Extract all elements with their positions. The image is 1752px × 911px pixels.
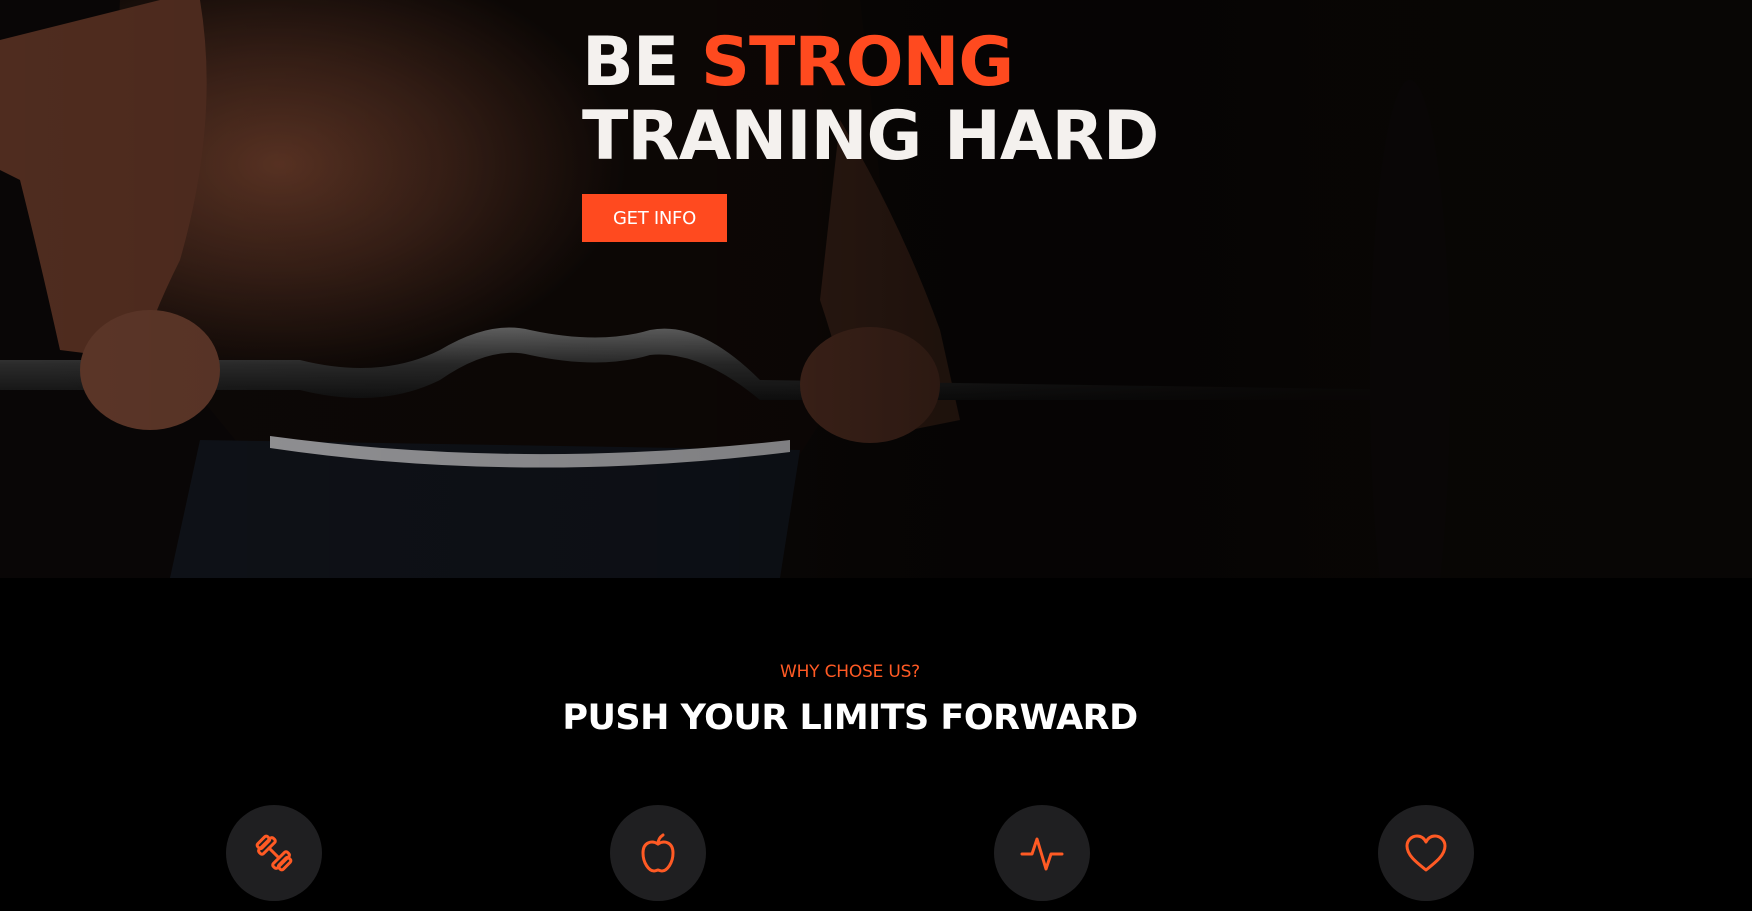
- page: BE STRONG TRANING HARD GET INFO WHY CHOS…: [0, 0, 1752, 911]
- feature-icon-circle-strength: [226, 805, 322, 901]
- heart-icon: [1405, 834, 1447, 872]
- hero-headline-word-be: BE: [582, 23, 679, 102]
- dumbbell-icon: [255, 834, 293, 872]
- feature-icon-circle-nutrition: [610, 805, 706, 901]
- apple-icon: [641, 833, 675, 873]
- get-info-button[interactable]: GET INFO: [582, 194, 727, 242]
- hero-headline-line-2: TRANING HARD: [582, 97, 1159, 176]
- hero-headline-word-strong: STRONG: [700, 23, 1014, 102]
- why-choose-us-section: WHY CHOSE US? PUSH YOUR LIMITS FORWARD: [0, 578, 1752, 911]
- hero-section: BE STRONG TRANING HARD GET INFO: [0, 0, 1752, 578]
- pulse-icon: [1020, 837, 1064, 871]
- hero-headline-line-1: BE STRONG: [582, 26, 1282, 100]
- feature-icon-circle-cardio: [994, 805, 1090, 901]
- hero-content: BE STRONG TRANING HARD GET INFO: [582, 26, 1282, 242]
- feature-icon-circle-health: [1378, 805, 1474, 901]
- section-title: PUSH YOUR LIMITS FORWARD: [562, 698, 1138, 738]
- section-eyebrow: WHY CHOSE US?: [779, 662, 920, 682]
